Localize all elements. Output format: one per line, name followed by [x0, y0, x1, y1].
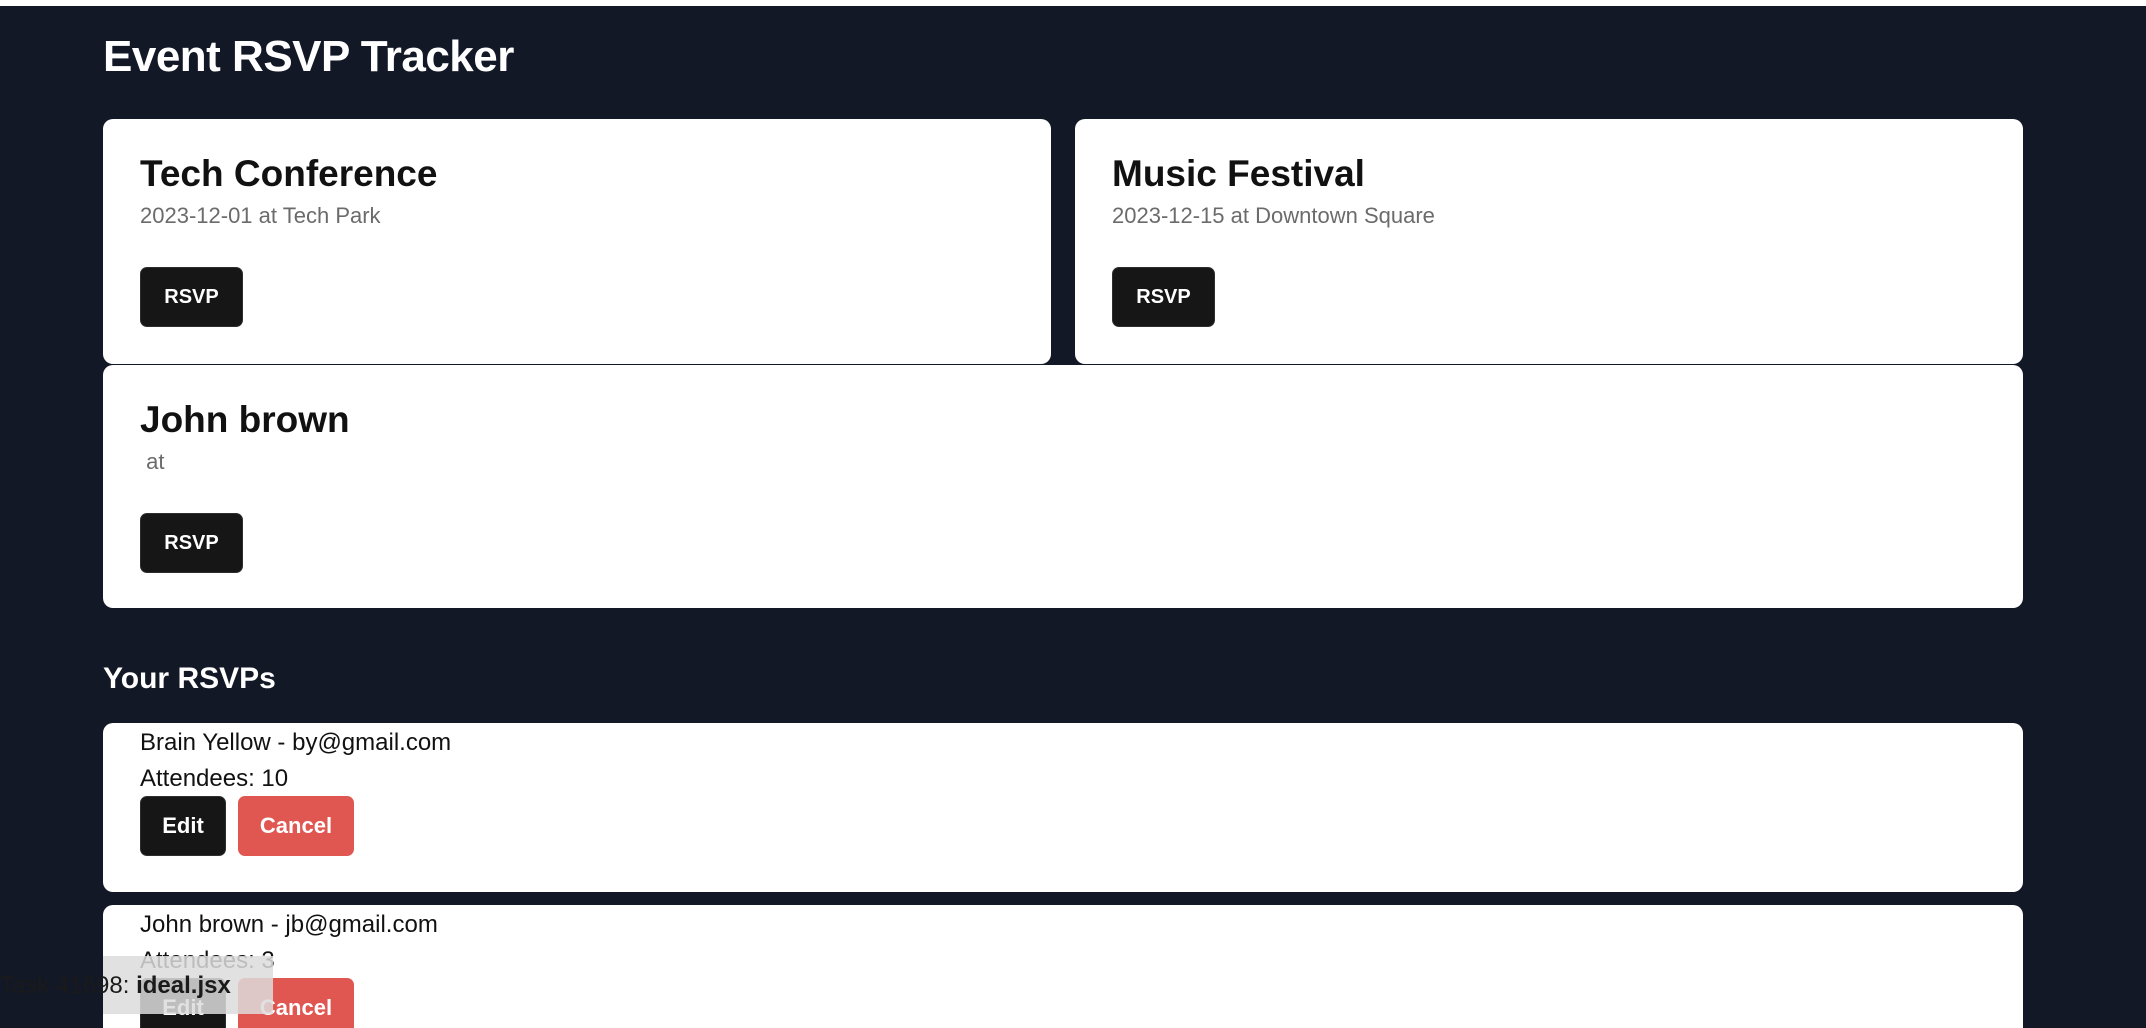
event-card: Music Festival 2023-12-15 at Downtown Sq… — [1075, 119, 2023, 364]
task-label-file: ideal.jsx — [136, 972, 231, 999]
rsvp-name: John brown — [140, 911, 265, 938]
rsvp-name-email: John brown - jb@gmail.com — [140, 910, 438, 940]
event-card: John brown at RSVP — [103, 365, 2023, 608]
rsvp-card: Brain Yellow - by@gmail.com Attendees: 1… — [103, 723, 2023, 892]
rsvp-name-email: Brain Yellow - by@gmail.com — [140, 728, 451, 758]
event-name: John brown — [140, 399, 350, 440]
page-title: Event RSVP Tracker — [103, 32, 514, 81]
rsvp-button[interactable]: RSVP — [140, 267, 243, 327]
rsvp-button[interactable]: RSVP — [1112, 267, 1215, 327]
event-date: 2023-12-01 — [140, 203, 253, 228]
rsvp-attendees: Attendees: 10 — [140, 764, 288, 794]
event-name: Tech Conference — [140, 153, 438, 194]
rsvp-card: John brown - jb@gmail.com Attendees: 3 E… — [103, 905, 2023, 1028]
event-date-location: 2023-12-15 at Downtown Square — [1112, 202, 1435, 230]
task-label: Task 41698: ideal.jsx — [0, 968, 231, 1004]
attendees-count: 10 — [261, 765, 289, 792]
event-at-separator: at — [1224, 203, 1256, 228]
rsvp-button[interactable]: RSVP — [140, 513, 243, 573]
rsvp-dash: - — [264, 911, 286, 938]
rsvp-email: by@gmail.com — [292, 729, 452, 756]
rsvps-section-title: Your RSVPs — [103, 662, 276, 695]
event-name: Music Festival — [1112, 153, 1365, 194]
cancel-button[interactable]: Cancel — [238, 796, 354, 856]
top-strip — [0, 0, 2146, 6]
rsvp-email: jb@gmail.com — [285, 911, 438, 938]
task-label-prefix: Task 41698: — [0, 972, 137, 999]
event-at-separator: at — [252, 203, 283, 228]
rsvp-dash: - — [270, 729, 293, 756]
event-location: Tech Park — [282, 203, 381, 228]
event-date-location: at — [140, 448, 164, 476]
event-date: 2023-12-15 — [1112, 203, 1225, 228]
event-date-location: 2023-12-01 at Tech Park — [140, 202, 381, 230]
event-at-separator: at — [140, 449, 165, 474]
rsvp-name: Brain Yellow — [140, 729, 271, 756]
event-location: Downtown Square — [1255, 203, 1435, 228]
event-card: Tech Conference 2023-12-01 at Tech Park … — [103, 119, 1051, 364]
attendees-label: Attendees: — [140, 765, 262, 792]
edit-button[interactable]: Edit — [140, 796, 226, 856]
